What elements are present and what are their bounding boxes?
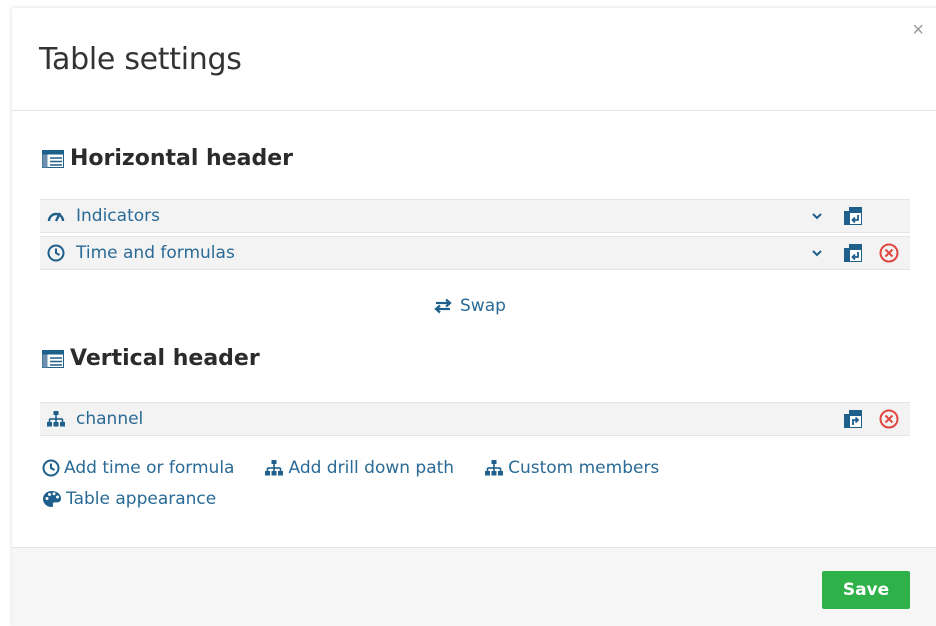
vertical-header-title: Vertical header <box>42 346 260 371</box>
vertical-header-label: Vertical header <box>70 346 260 371</box>
header-item-label[interactable]: channel <box>76 409 143 429</box>
table-appearance-label: Table appearance <box>66 489 217 509</box>
clock-icon <box>46 243 66 263</box>
swap-label: Swap <box>460 296 506 316</box>
table-list-icon <box>42 349 64 368</box>
header-item-indicators: Indicators <box>40 199 910 233</box>
action-links: Add time or formula Add drill down path <box>42 458 689 478</box>
remove-icon[interactable] <box>878 408 900 430</box>
header-item-label[interactable]: Indicators <box>76 206 160 226</box>
clock-icon <box>42 459 60 477</box>
dialog-header: Table settings <box>12 8 936 111</box>
table-appearance-link[interactable]: Table appearance <box>42 489 216 509</box>
custom-members-link[interactable]: Custom members <box>484 458 659 478</box>
swap-button[interactable]: Swap <box>432 296 506 316</box>
table-list-icon <box>42 149 64 168</box>
chevron-down-icon[interactable] <box>810 246 824 260</box>
appearance-links: Table appearance <box>42 489 246 509</box>
header-item-label[interactable]: Time and formulas <box>76 243 235 263</box>
dialog-footer: Save <box>12 547 936 626</box>
move-to-vertical-icon[interactable] <box>842 242 864 264</box>
top-strip <box>0 0 936 8</box>
add-time-or-formula-link[interactable]: Add time or formula <box>42 458 234 478</box>
row-actions <box>810 237 900 269</box>
row-actions <box>842 403 900 435</box>
move-to-horizontal-icon[interactable] <box>842 408 864 430</box>
table-settings-dialog: × Table settings Horizontal header Indic… <box>12 8 936 626</box>
add-drill-down-path-link[interactable]: Add drill down path <box>264 458 454 478</box>
add-time-or-formula-label: Add time or formula <box>64 458 235 478</box>
sitemap-icon <box>46 409 66 429</box>
dialog-title: Table settings <box>39 42 242 77</box>
remove-icon[interactable] <box>878 242 900 264</box>
horizontal-header-title: Horizontal header <box>42 146 293 171</box>
sitemap-icon <box>485 460 504 476</box>
save-button[interactable]: Save <box>822 571 910 609</box>
sitemap-icon <box>265 460 284 476</box>
chevron-down-icon[interactable] <box>810 209 824 223</box>
header-item-time-and-formulas: Time and formulas <box>40 236 910 270</box>
move-to-vertical-icon[interactable] <box>842 205 864 227</box>
palette-icon <box>43 491 61 507</box>
row-actions <box>810 200 864 232</box>
horizontal-header-label: Horizontal header <box>70 146 294 171</box>
swap-arrows-icon <box>434 298 452 314</box>
gauge-icon <box>46 206 66 226</box>
add-drill-down-path-label: Add drill down path <box>288 458 455 478</box>
header-item-channel: channel <box>40 402 910 436</box>
custom-members-label: Custom members <box>508 458 660 478</box>
